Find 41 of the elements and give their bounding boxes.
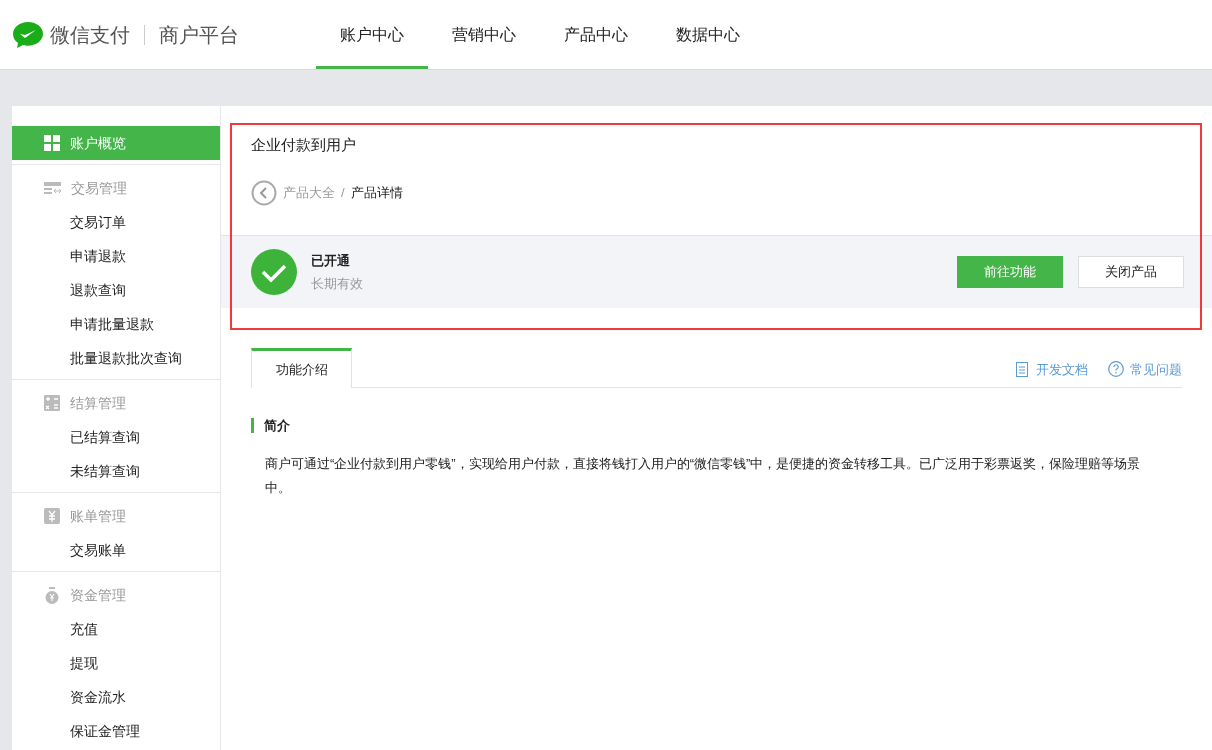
sidebar-item[interactable]: 提现	[12, 646, 220, 680]
sidebar-item[interactable]: 申请退款	[12, 239, 220, 273]
back-icon[interactable]	[251, 180, 277, 206]
status-text: 已开通	[311, 251, 351, 270]
content-tab[interactable]: 功能介绍	[251, 348, 352, 388]
breadcrumb-current: 产品详情	[350, 184, 403, 203]
section-heading: 简介	[264, 417, 290, 435]
check-icon	[251, 249, 297, 295]
sidebar-item[interactable]: 批量退款批次查询	[12, 341, 220, 375]
sidebar-item[interactable]: 资金流水	[12, 680, 220, 714]
logo-icon	[12, 20, 44, 49]
document-icon	[1016, 361, 1028, 377]
sidebar-item[interactable]: 保证金管理	[12, 714, 220, 748]
platform-name: 商户平台	[159, 22, 239, 48]
nav-tab[interactable]: 营销中心	[428, 0, 540, 69]
close-product-button[interactable]: 关闭产品	[1078, 256, 1184, 288]
money-bag-icon	[44, 586, 60, 604]
help-icon	[1108, 361, 1124, 378]
intro-paragraph: 商户可通过“企业付款到用户零钱”，实现给用户付款，直接将钱打入用户的“微信零钱”中，是便捷的资金转移工具。已广泛用于彩票返奖，保险理赔等场景中。	[265, 454, 1142, 497]
sidebar-item[interactable]: 交易订单	[12, 205, 220, 239]
brand-name: 微信支付	[50, 22, 130, 48]
calculator-icon	[44, 395, 60, 411]
sidebar-group-title: 账单管理	[70, 506, 126, 526]
sidebar-item[interactable]: 未结算查询	[12, 454, 220, 488]
sidebar-group-title: 交易管理	[71, 178, 127, 198]
sidebar-item[interactable]: 申请批量退款	[12, 307, 220, 341]
product-title: 企业付款到用户	[251, 135, 357, 155]
sidebar-group-title: 资金管理	[70, 585, 126, 605]
sidebar-item[interactable]: 已结算查询	[12, 420, 220, 454]
yuan-icon	[44, 508, 60, 524]
breadcrumb-separator: /	[341, 184, 345, 203]
nav-tab[interactable]: 数据中心	[652, 0, 764, 69]
validity-text: 长期有效	[311, 275, 363, 293]
grid-icon	[44, 135, 60, 151]
sidebar-item[interactable]: 充值	[12, 612, 220, 646]
sidebar-group-title: 结算管理	[70, 393, 126, 413]
nav-tab[interactable]: 账户中心	[316, 0, 428, 69]
nav-tab[interactable]: 产品中心	[540, 0, 652, 69]
sidebar-item[interactable]: 退款查询	[12, 273, 220, 307]
card-icon	[44, 182, 61, 194]
sidebar-item[interactable]: 交易账单	[12, 533, 220, 567]
